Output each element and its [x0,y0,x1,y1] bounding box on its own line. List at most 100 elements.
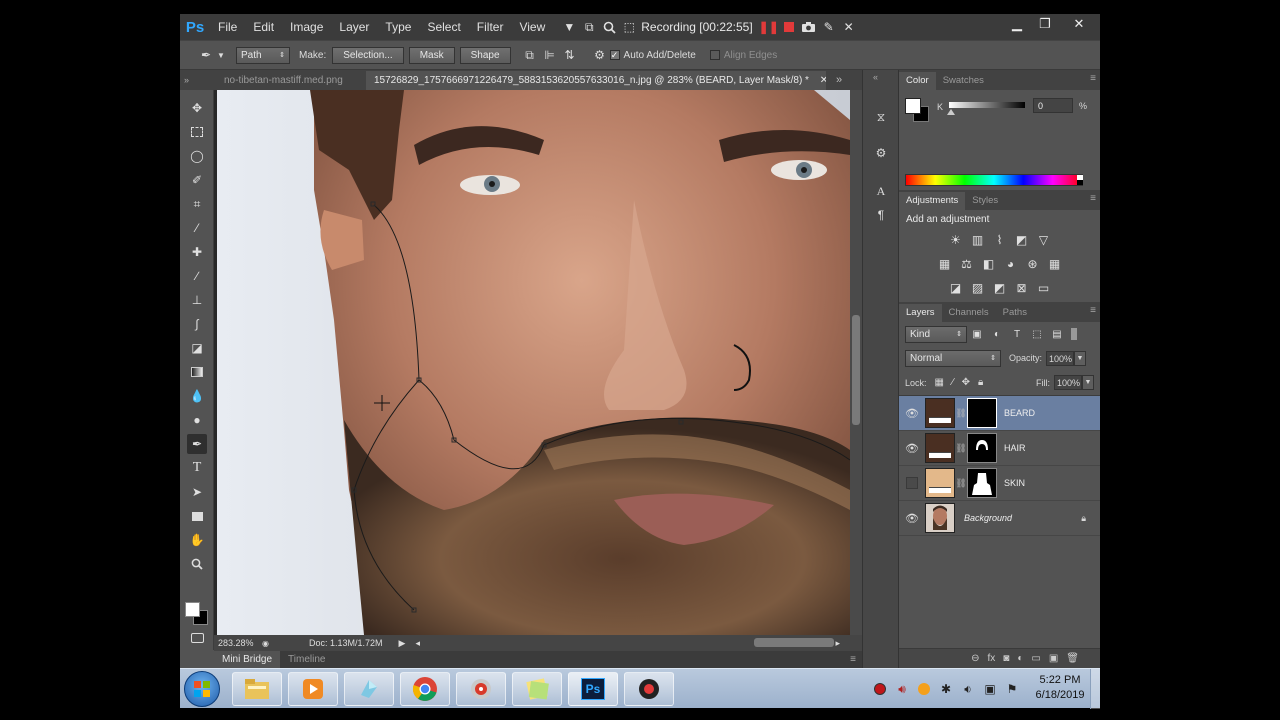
tab-styles[interactable]: Styles [965,192,1005,210]
selective-color-icon[interactable]: ⊠ [1011,279,1033,297]
tab-portrait[interactable]: 15726829_1757666971226479_58831536205576… [366,71,826,90]
stop-icon[interactable] [779,14,799,40]
character-panel-icon[interactable]: A [872,182,890,200]
layer-mask-thumbnail[interactable] [967,398,997,428]
taskbar-chrome[interactable] [400,672,450,706]
k-slider[interactable] [949,102,1025,108]
show-desktop-button[interactable] [1090,669,1100,709]
color-spectrum[interactable] [905,174,1083,186]
layer-mask-thumbnail[interactable] [967,468,997,498]
layer-fill-thumbnail[interactable] [925,468,955,498]
menu-filter[interactable]: Filter [469,14,512,40]
layer-name[interactable]: BEARD [1004,408,1035,418]
delete-layer-icon[interactable]: 🗑︎ [1066,653,1079,664]
menu-type[interactable]: Type [377,14,419,40]
rectangle-tool-icon[interactable] [187,506,207,526]
dodge-tool-icon[interactable]: ● [187,410,207,430]
layer-name[interactable]: Background [964,513,1012,523]
panel-menu-icon[interactable]: ≡ [1090,193,1096,204]
invert-icon[interactable]: ◪ [945,279,967,297]
filter-adjustment-icon[interactable]: ◐ [987,325,1007,343]
tab-timeline[interactable]: Timeline [280,654,333,665]
make-mask-button[interactable]: Mask [408,46,455,64]
menu-select[interactable]: Select [419,14,468,40]
clone-stamp-icon[interactable]: ⊥ [187,290,207,310]
taskbar-explorer[interactable] [232,672,282,706]
status-info-icon[interactable]: ◉ [262,639,269,648]
layer-mask-thumbnail[interactable] [967,433,997,463]
collapse-icon[interactable]: « [873,72,878,82]
speaker-alert-icon[interactable]: 🔊︎ [894,681,910,697]
menu-file[interactable]: File [210,14,245,40]
vertical-scroll-thumb[interactable] [852,315,860,425]
eyedropper-icon[interactable]: ⁄ [187,218,207,238]
action-center-icon[interactable]: ⚑ [1004,681,1020,697]
taskbar-app-6[interactable] [512,672,562,706]
posterize-icon[interactable]: ▨ [967,279,989,297]
gradient-map-icon[interactable]: ▭ [1033,279,1055,297]
tab-paths[interactable]: Paths [996,304,1034,322]
link-icon[interactable]: ⛓ [955,478,967,489]
fill-dropdown-icon[interactable]: ▼ [1082,375,1094,390]
layer-fill-thumbnail[interactable] [925,433,955,463]
photo-filter-icon[interactable]: ◕ [1000,255,1022,273]
orange-tray-icon[interactable] [916,681,932,697]
make-shape-button[interactable]: Shape [459,46,511,64]
pause-icon[interactable]: ❚❚ [759,14,779,40]
filter-pixel-icon[interactable]: ▣ [967,325,987,343]
preset-dropdown-icon[interactable]: ▼ [216,45,226,65]
fill-field[interactable]: 100% [1054,375,1082,390]
filter-toggle[interactable] [1071,328,1077,340]
crop-tool-icon[interactable]: ⌗ [187,194,207,214]
new-layer-icon[interactable]: ▣ [1049,653,1058,664]
minimize-icon[interactable]: ▁ [1002,14,1032,34]
start-button[interactable] [184,671,220,707]
type-tool-icon[interactable]: T [187,458,207,478]
eraser-tool-icon[interactable]: ◪ [187,338,207,358]
menu-edit[interactable]: Edit [245,14,282,40]
dropdown-arrow-icon[interactable]: ▼ [559,14,579,40]
opacity-field[interactable]: 100% [1046,350,1075,366]
color-lookup-icon[interactable]: ▦ [1044,255,1066,273]
network-icon[interactable]: ▣ [982,681,998,697]
pen-tool-preset-icon[interactable]: ✒ [196,45,216,65]
search-icon[interactable] [599,14,619,40]
eye-icon[interactable]: 👁︎ [899,512,925,525]
paragraph-panel-icon[interactable]: ¶ [872,206,890,224]
tab-mastiff[interactable]: no-tibetan-mastiff.med.png [216,71,366,90]
make-selection-button[interactable]: Selection... [332,46,404,64]
filter-smart-object-icon[interactable]: ▤ [1047,325,1067,343]
photo-canvas[interactable] [214,90,850,635]
history-panel-icon[interactable]: ⧖ [872,108,890,126]
k-value-field[interactable]: 0 [1033,98,1073,113]
align-edges-checkbox[interactable] [709,50,720,60]
close-window-icon[interactable]: ✕ [1062,14,1096,34]
levels-icon[interactable]: ▥ [967,231,989,249]
black-white-icon[interactable]: ◧ [978,255,1000,273]
menu-layer[interactable]: Layer [331,14,377,40]
volume-icon[interactable]: 🔉︎ [960,681,976,697]
path-selection-icon[interactable]: ➤ [187,482,207,502]
brush-tool-icon[interactable]: ∕ [187,266,207,286]
taskbar-app-5[interactable] [456,672,506,706]
tool-mode-select[interactable]: Path ⇕ [236,46,290,64]
lasso-tool-icon[interactable]: ◯ [187,146,207,166]
path-alignment-icon[interactable]: ⊫ [540,45,560,65]
history-brush-icon[interactable]: ∫ [187,314,207,334]
blur-tool-icon[interactable]: 💧 [187,386,207,406]
tab-mini-bridge[interactable]: Mini Bridge [214,651,281,668]
tab-color[interactable]: Color [899,72,936,90]
layer-name[interactable]: SKIN [1004,478,1025,488]
lock-pixels-icon[interactable]: ∕ [952,377,954,388]
zoom-level[interactable]: 283.28% [218,638,256,648]
restore-icon[interactable]: ❐ [1030,14,1060,34]
hue-saturation-icon[interactable]: ▦ [934,255,956,273]
background-thumbnail[interactable] [925,503,955,533]
fg-color-box[interactable] [905,98,921,114]
zoom-tool-icon[interactable] [187,554,207,574]
panel-menu-icon[interactable]: ≡ [1090,73,1096,84]
link-icon[interactable]: ⛓ [955,408,967,419]
color-balance-icon[interactable]: ⚖ [956,255,978,273]
add-mask-icon[interactable]: ◙ [1003,653,1009,664]
gear-tray-icon[interactable]: ✱ [938,681,954,697]
